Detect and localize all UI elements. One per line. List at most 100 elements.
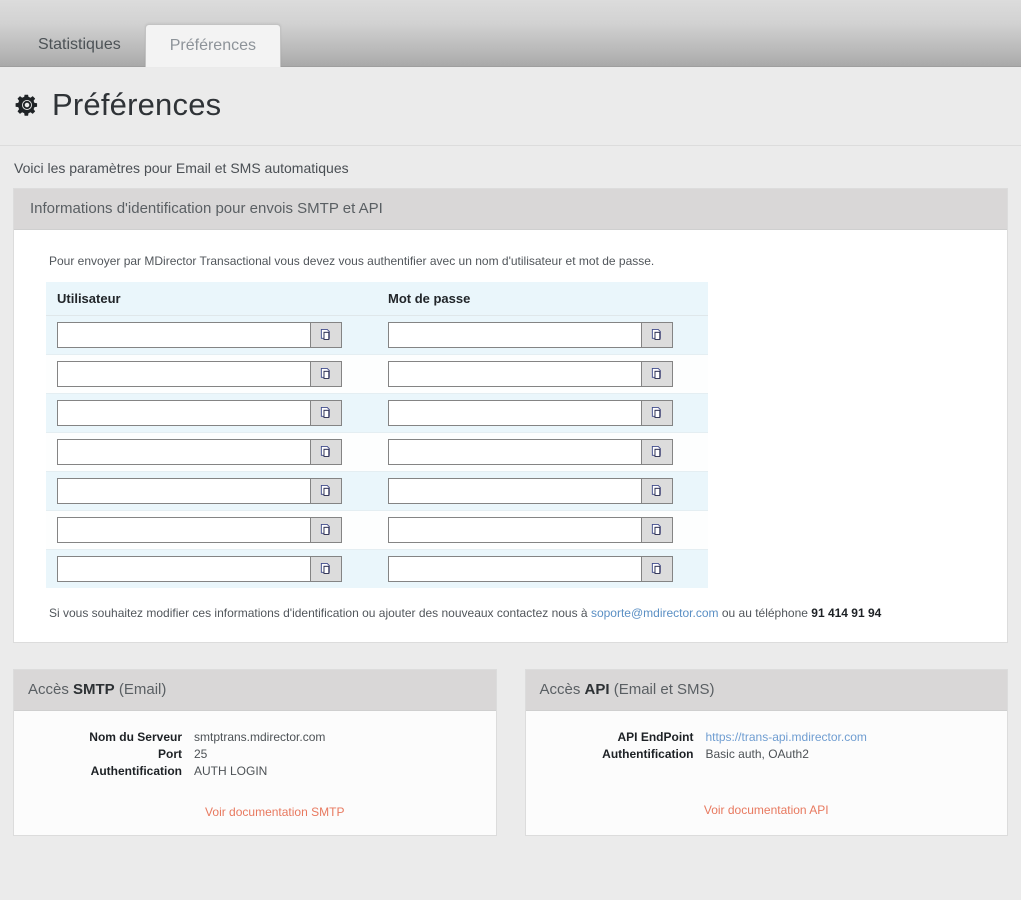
smtp-documentation-link[interactable]: Voir documentation SMTP bbox=[14, 805, 496, 819]
support-email-link[interactable]: soporte@mdirector.com bbox=[591, 606, 719, 620]
password-input-6[interactable] bbox=[388, 517, 641, 543]
table-row bbox=[46, 432, 708, 472]
copy-icon bbox=[650, 523, 665, 538]
api-header-strong: API bbox=[584, 681, 610, 698]
smtp-detail-list: Nom du Serveur smtptrans.mdirector.com Por… bbox=[14, 729, 496, 779]
page-header: Préférences bbox=[0, 67, 1021, 146]
user-input-3[interactable] bbox=[57, 400, 310, 426]
api-card-body: API EndPoint https://trans-api.mdirector.… bbox=[525, 711, 1008, 833]
api-header-suffix: (Email et SMS) bbox=[609, 681, 715, 698]
credential-cell-password bbox=[377, 315, 708, 355]
copy-icon bbox=[650, 367, 665, 382]
api-detail-value-1[interactable]: https://trans-api.mdirector.com bbox=[706, 729, 867, 745]
copy-password-button-4[interactable] bbox=[641, 439, 673, 465]
api-detail-row: Authentification Basic auth, OAuth2 bbox=[526, 746, 1008, 762]
copy-icon bbox=[319, 484, 334, 499]
credential-cell-user bbox=[46, 549, 377, 588]
smtp-detail-label-1: Nom du Serveur bbox=[89, 730, 182, 744]
credentials-panel-body: Pour envoyer par MDirector Transactional… bbox=[14, 230, 1007, 642]
password-input-7[interactable] bbox=[388, 556, 641, 582]
user-field-group bbox=[57, 361, 342, 387]
user-field-group bbox=[57, 556, 342, 582]
api-detail-label-1: API EndPoint bbox=[617, 730, 694, 744]
copy-icon bbox=[650, 328, 665, 343]
table-row bbox=[46, 354, 708, 394]
copy-password-button-5[interactable] bbox=[641, 478, 673, 504]
column-header-utilisateur: Utilisateur bbox=[46, 282, 377, 316]
copy-icon bbox=[650, 445, 665, 460]
user-input-7[interactable] bbox=[57, 556, 310, 582]
column-header-mot-de-passe: Mot de passe bbox=[377, 282, 708, 316]
password-field-group bbox=[388, 478, 673, 504]
password-input-2[interactable] bbox=[388, 361, 641, 387]
user-input-5[interactable] bbox=[57, 478, 310, 504]
password-input-4[interactable] bbox=[388, 439, 641, 465]
user-input-4[interactable] bbox=[57, 439, 310, 465]
copy-user-button-6[interactable] bbox=[310, 517, 342, 543]
credentials-table-head: Utilisateur Mot de passe bbox=[46, 282, 708, 316]
copy-user-button-4[interactable] bbox=[310, 439, 342, 465]
smtp-header-strong: SMTP bbox=[73, 681, 115, 698]
password-field-group bbox=[388, 400, 673, 426]
user-field-group bbox=[57, 517, 342, 543]
credentials-intro-text: Pour envoyer par MDirector Transactional… bbox=[49, 254, 655, 268]
password-field-group bbox=[388, 322, 673, 348]
access-cards-row: Accès SMTP (Email) Nom du Serveur smtptra… bbox=[13, 669, 1008, 836]
tab-preferences[interactable]: Préférences bbox=[144, 23, 281, 67]
password-input-3[interactable] bbox=[388, 400, 641, 426]
smtp-access-card: Accès SMTP (Email) Nom du Serveur smtptra… bbox=[13, 669, 497, 836]
password-field-group bbox=[388, 517, 673, 543]
copy-user-button-2[interactable] bbox=[310, 361, 342, 387]
smtp-detail-label-2: Port bbox=[158, 747, 182, 761]
credential-cell-password bbox=[377, 354, 708, 394]
copy-password-button-2[interactable] bbox=[641, 361, 673, 387]
credential-cell-user bbox=[46, 393, 377, 433]
table-row bbox=[46, 510, 708, 550]
copy-password-button-1[interactable] bbox=[641, 322, 673, 348]
api-card-header: Accès API (Email et SMS) bbox=[525, 670, 1007, 711]
smtp-card-body: Nom du Serveur smtptrans.mdirector.com Por… bbox=[14, 711, 496, 835]
copy-user-button-5[interactable] bbox=[310, 478, 342, 504]
copy-password-button-7[interactable] bbox=[641, 556, 673, 582]
user-input-6[interactable] bbox=[57, 517, 310, 543]
user-input-1[interactable] bbox=[57, 322, 310, 348]
password-input-1[interactable] bbox=[388, 322, 641, 348]
password-input-5[interactable] bbox=[388, 478, 641, 504]
table-row bbox=[46, 471, 708, 511]
copy-user-button-3[interactable] bbox=[310, 400, 342, 426]
credential-cell-password bbox=[377, 510, 708, 550]
credential-cell-password bbox=[377, 471, 708, 511]
tab-statistiques-label: Statistiques bbox=[38, 35, 121, 53]
credentials-panel-header: Informations d'identification pour envoi… bbox=[14, 189, 1007, 230]
copy-icon bbox=[319, 523, 334, 538]
copy-icon bbox=[319, 328, 334, 343]
api-detail-row: API EndPoint https://trans-api.mdirector.… bbox=[526, 729, 1008, 745]
copy-password-button-3[interactable] bbox=[641, 400, 673, 426]
copy-password-button-6[interactable] bbox=[641, 517, 673, 543]
contact-note: Si vous souhaitez modifier ces informati… bbox=[49, 606, 975, 620]
tab-statistiques[interactable]: Statistiques bbox=[14, 24, 145, 66]
smtp-card-header: Accès SMTP (Email) bbox=[14, 670, 496, 711]
api-detail-list: API EndPoint https://trans-api.mdirector.… bbox=[526, 729, 1008, 762]
copy-icon bbox=[650, 562, 665, 577]
smtp-header-suffix: (Email) bbox=[114, 681, 167, 698]
table-row bbox=[46, 549, 708, 588]
api-documentation-link[interactable]: Voir documentation API bbox=[526, 803, 1008, 817]
user-input-2[interactable] bbox=[57, 361, 310, 387]
password-field-group bbox=[388, 439, 673, 465]
copy-user-button-7[interactable] bbox=[310, 556, 342, 582]
credential-cell-user bbox=[46, 432, 377, 472]
credential-cell-password bbox=[377, 549, 708, 588]
user-field-group bbox=[57, 322, 342, 348]
copy-icon bbox=[319, 406, 334, 421]
copy-user-button-1[interactable] bbox=[310, 322, 342, 348]
smtp-detail-value-1: smtptrans.mdirector.com bbox=[194, 730, 326, 744]
smtp-detail-row: Port 25 bbox=[14, 746, 496, 762]
support-phone: 91 414 91 94 bbox=[811, 606, 882, 620]
copy-icon bbox=[650, 406, 665, 421]
api-header-prefix: Accès bbox=[539, 681, 585, 698]
copy-icon bbox=[319, 367, 334, 382]
smtp-header-prefix: Accès bbox=[28, 681, 74, 698]
credential-cell-user bbox=[46, 315, 377, 355]
credential-cell-user bbox=[46, 471, 377, 511]
